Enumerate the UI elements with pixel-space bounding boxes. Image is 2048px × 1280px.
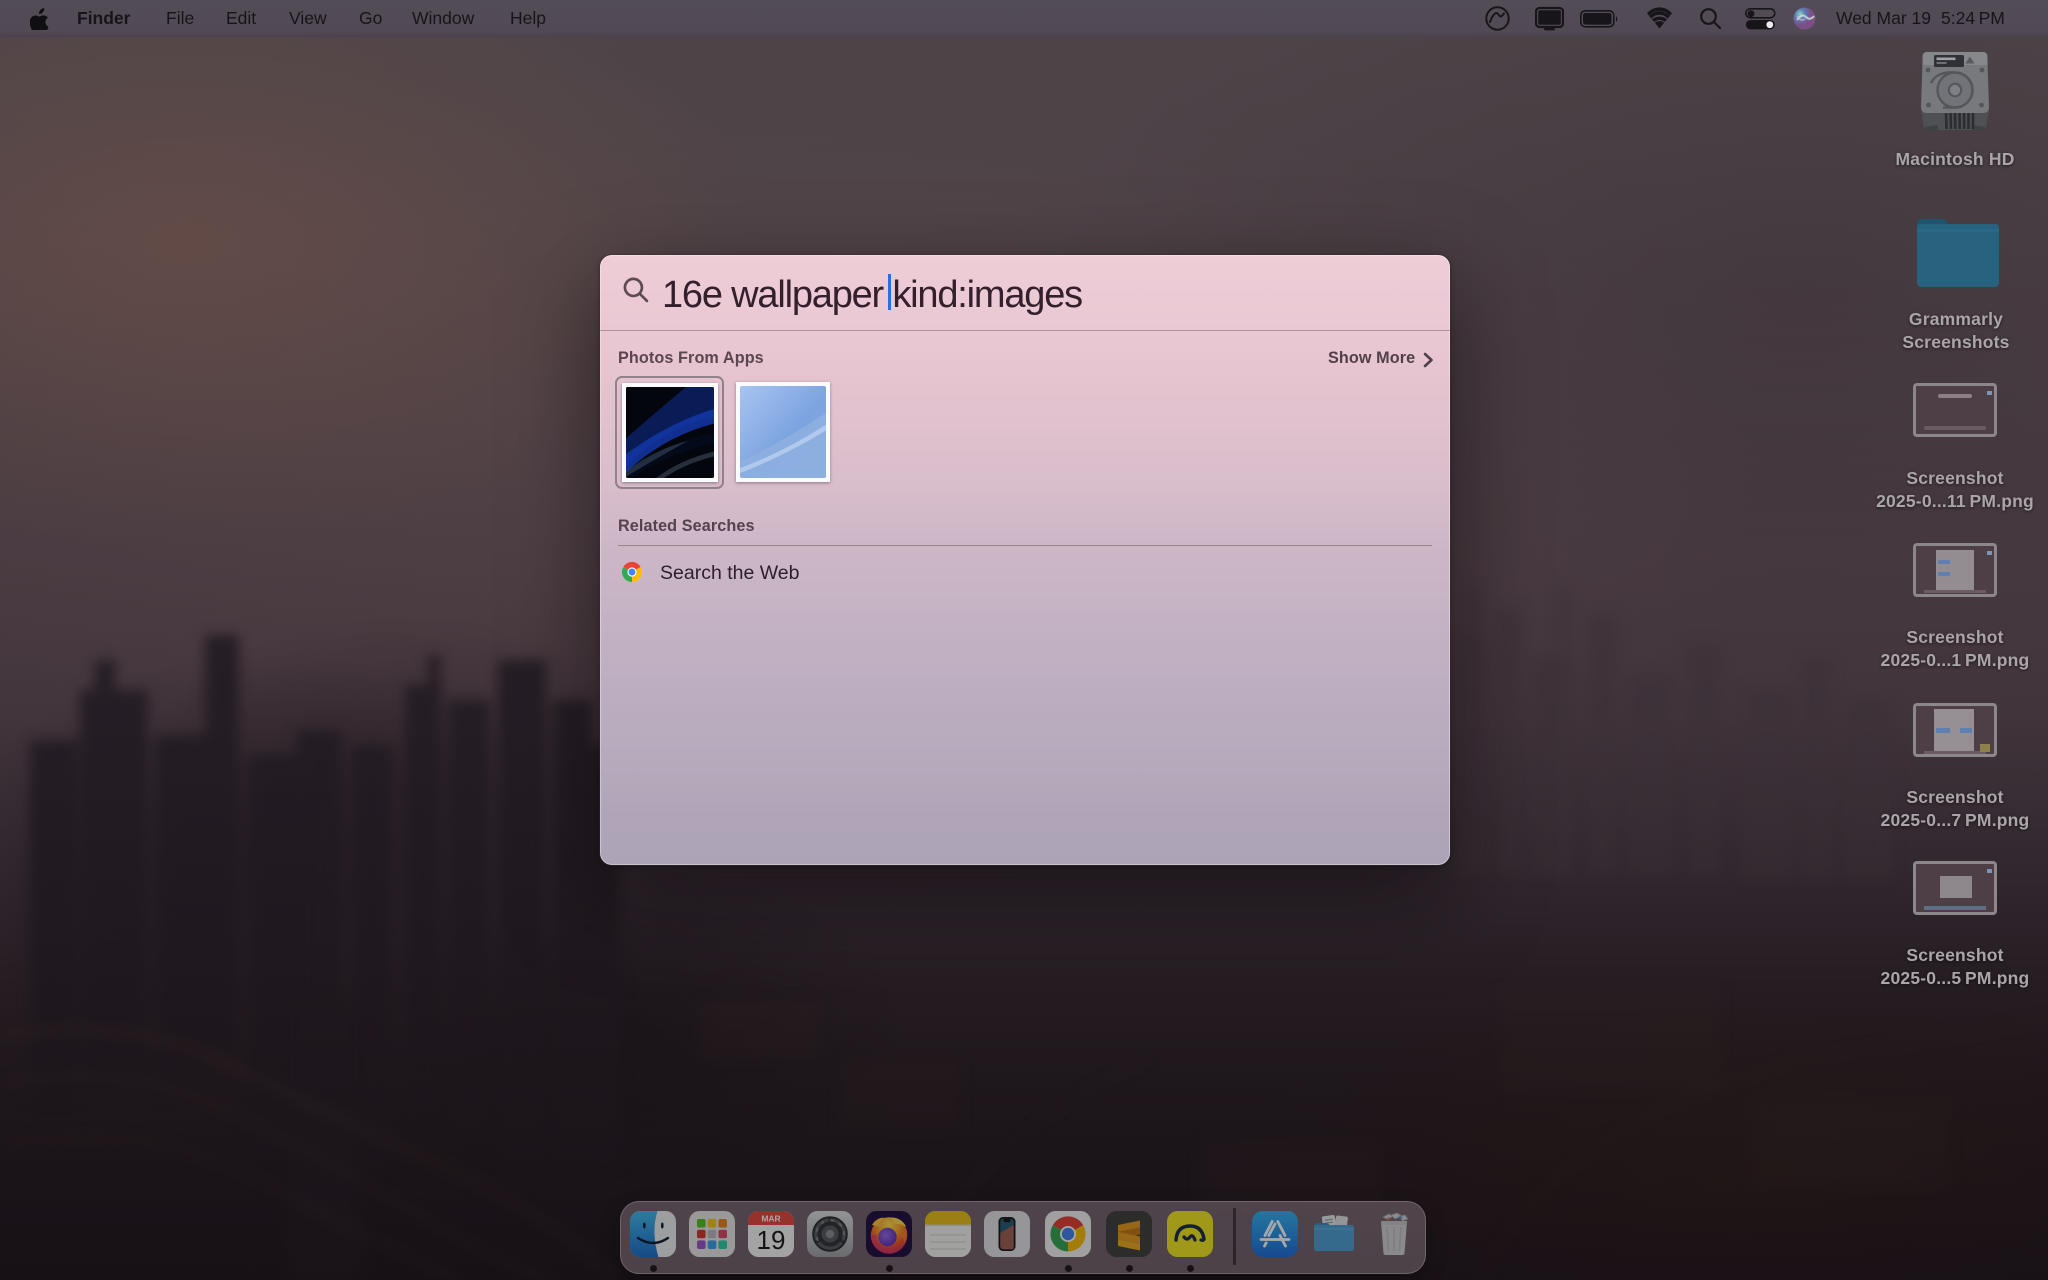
- svg-text:19: 19: [757, 1225, 786, 1255]
- svg-text:MAR: MAR: [761, 1214, 780, 1224]
